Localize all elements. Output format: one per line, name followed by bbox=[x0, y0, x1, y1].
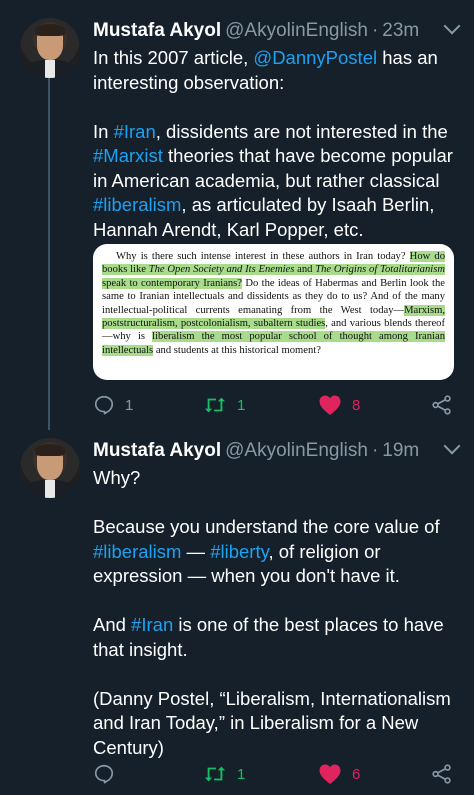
separator-dot: · bbox=[371, 20, 379, 41]
reply-icon bbox=[93, 394, 115, 416]
caret-down-icon[interactable] bbox=[443, 17, 461, 35]
timestamp[interactable]: 19m bbox=[382, 440, 419, 461]
tweet-paragraph: Why? bbox=[93, 466, 463, 491]
tweet-paragraph: In #Iran, dissidents are not interested … bbox=[93, 120, 463, 243]
like-button[interactable]: 6 bbox=[318, 761, 360, 787]
tweet-paragraph: (Danny Postel, “Liberalism, Internationa… bbox=[93, 687, 463, 761]
thread-connector-line bbox=[48, 78, 50, 430]
text-run: In this 2007 article, bbox=[93, 47, 254, 68]
tweet-actions: 1 6 bbox=[93, 761, 463, 787]
text-run: Because you understand the core value of bbox=[93, 516, 440, 537]
like-button[interactable]: 8 bbox=[318, 392, 360, 418]
like-count: 6 bbox=[352, 765, 361, 783]
inline-link[interactable]: #liberalism bbox=[93, 194, 181, 215]
author-handle[interactable]: @AkyolinEnglish bbox=[225, 20, 368, 41]
text-run: — bbox=[181, 540, 211, 562]
author-name[interactable]: Mustafa Akyol bbox=[93, 440, 221, 461]
reply-count: 1 bbox=[125, 396, 134, 414]
caret-down-icon[interactable] bbox=[443, 437, 461, 455]
tweet-header: Mustafa Akyol @AkyolinEnglish · 19m bbox=[93, 438, 419, 464]
avatar[interactable] bbox=[20, 438, 80, 498]
highlighted-text: The Open Society and Its Enemies bbox=[148, 264, 295, 276]
inline-link[interactable]: #liberty bbox=[210, 541, 268, 562]
tweet-header: Mustafa Akyol @AkyolinEnglish · 23m bbox=[93, 18, 419, 44]
tweet-paragraph: And #Iran is one of the best places to h… bbox=[93, 613, 463, 662]
reply-button[interactable] bbox=[93, 761, 125, 787]
tweet-paragraph: Because you understand the core value of… bbox=[93, 515, 463, 589]
like-icon bbox=[318, 394, 342, 416]
highlighted-text: speak to contemporary Iranians? bbox=[102, 277, 243, 289]
text-run: And bbox=[93, 614, 132, 635]
retweet-count: 1 bbox=[237, 396, 246, 414]
text-run: Why? bbox=[93, 467, 141, 488]
tweet-text: Why? Because you understand the core val… bbox=[93, 466, 463, 760]
inline-link[interactable]: #liberalism bbox=[93, 541, 181, 562]
share-icon bbox=[431, 394, 453, 416]
like-count: 8 bbox=[352, 396, 361, 414]
author-name[interactable]: Mustafa Akyol bbox=[93, 20, 221, 41]
quote-text: Why is there such intense interest in th… bbox=[116, 251, 410, 262]
avatar[interactable] bbox=[20, 18, 80, 78]
retweet-button[interactable]: 1 bbox=[203, 761, 245, 787]
timestamp[interactable]: 23m bbox=[382, 20, 419, 41]
retweet-button[interactable]: 1 bbox=[203, 392, 245, 418]
inline-link[interactable]: #Marxist bbox=[93, 145, 163, 166]
highlighted-text: The Origins of Totalitarianism bbox=[315, 264, 445, 276]
separator-dot: · bbox=[371, 440, 379, 461]
retweet-count: 1 bbox=[237, 765, 246, 783]
text-run: (Danny Postel, “Liberalism, Internationa… bbox=[93, 687, 451, 758]
quoted-passage: Why is there such intense interest in th… bbox=[102, 250, 445, 357]
inline-link[interactable]: #Iran bbox=[131, 614, 173, 635]
share-icon bbox=[431, 763, 453, 785]
text-run: , dissidents are not interested in the bbox=[155, 120, 448, 142]
reply-button[interactable]: 1 bbox=[93, 392, 133, 418]
tweet-paragraph: In this 2007 article, @DannyPostel has a… bbox=[93, 46, 463, 95]
reply-icon bbox=[93, 763, 115, 785]
quote-text: and students at this historical moment? bbox=[153, 344, 321, 356]
quoted-text-image[interactable]: Why is there such intense interest in th… bbox=[93, 244, 454, 380]
highlighted-text: and bbox=[294, 264, 316, 276]
like-icon bbox=[318, 763, 342, 785]
share-button[interactable] bbox=[431, 761, 453, 787]
share-button[interactable] bbox=[431, 392, 453, 418]
text-run: In bbox=[93, 120, 114, 142]
inline-link[interactable]: #Iran bbox=[114, 121, 156, 142]
tweet-text: In this 2007 article, @DannyPostel has a… bbox=[93, 46, 463, 242]
tweet-actions: 1 1 8 bbox=[93, 392, 463, 418]
inline-link[interactable]: @DannyPostel bbox=[253, 47, 377, 68]
retweet-icon bbox=[203, 394, 227, 416]
retweet-icon bbox=[203, 763, 227, 785]
author-handle[interactable]: @AkyolinEnglish bbox=[225, 440, 368, 461]
